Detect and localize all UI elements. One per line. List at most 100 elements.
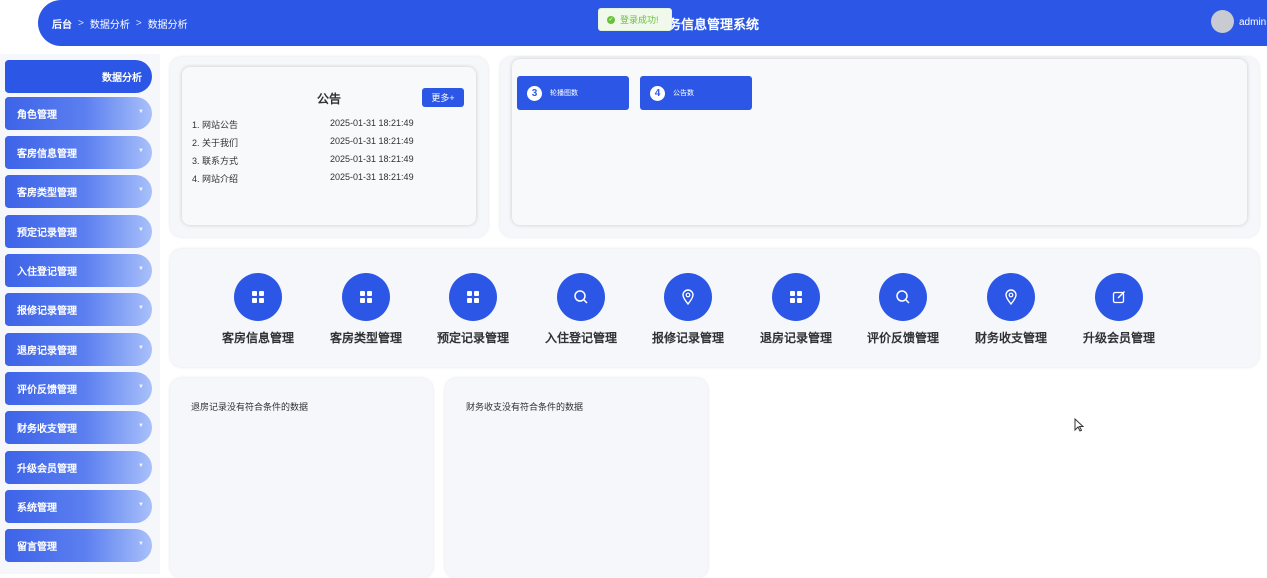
sidebar-item-label: 预定记录管理 (17, 228, 77, 239)
stat-count: 3 (527, 85, 542, 101)
breadcrumb-home[interactable]: 后台 (52, 16, 72, 31)
quick-feedback[interactable]: 评价反馈管理 (853, 273, 953, 346)
stat-notice-count[interactable]: 4 公告数 (640, 76, 752, 110)
sidebar-item-checkout[interactable]: 退房记录管理 ▼ (5, 333, 152, 366)
more-button[interactable]: 更多+ (422, 88, 464, 107)
sidebar-item-label: 客房类型管理 (17, 188, 77, 199)
sidebar-item-room-info[interactable]: 客房信息管理 ▼ (5, 136, 152, 169)
checkout-chart-panel: 退房记录没有符合条件的数据 (170, 378, 433, 578)
grid-icon (449, 273, 497, 321)
chevron-down-icon: ▼ (138, 384, 144, 390)
breadcrumb: 后台 > 数据分析 > 数据分析 (52, 16, 188, 31)
quick-menu-label: 评价反馈管理 (866, 331, 939, 345)
check-circle-icon: ✓ (607, 15, 615, 24)
sidebar-item-label: 升级会员管理 (17, 464, 77, 475)
system-title: 务信息管理系统 (668, 17, 760, 32)
chevron-down-icon: ▼ (138, 266, 144, 272)
sidebar-item-checkin[interactable]: 入住登记管理 ▼ (5, 254, 152, 287)
notice-title-text[interactable]: 3. 联系方式 (192, 154, 330, 167)
stat-label: 轮播图数 (550, 90, 578, 97)
chevron-down-icon: ▼ (138, 541, 144, 547)
sidebar-item-label: 财务收支管理 (17, 424, 77, 435)
mouse-cursor-icon (1074, 417, 1085, 437)
stat-count: 4 (650, 85, 665, 101)
sidebar-item-label: 评价反馈管理 (17, 385, 77, 396)
sidebar-item-label: 系统管理 (17, 503, 57, 514)
sidebar-item-finance[interactable]: 财务收支管理 ▼ (5, 411, 152, 444)
notice-row[interactable]: 4. 网站介绍 2025-01-31 18:21:49 (192, 172, 452, 185)
sidebar-item-membership[interactable]: 升级会员管理 ▼ (5, 451, 152, 484)
sidebar-item-label: 退房记录管理 (17, 346, 77, 357)
quick-repair[interactable]: 报修记录管理 (638, 273, 738, 346)
notice-title-text[interactable]: 1. 网站公告 (192, 118, 330, 131)
quick-finance[interactable]: 财务收支管理 (961, 273, 1061, 346)
chevron-right-icon: > (78, 18, 84, 29)
avatar[interactable] (1211, 10, 1234, 33)
notice-time: 2025-01-31 18:21:49 (330, 154, 414, 164)
grid-icon (342, 273, 390, 321)
finance-chart-panel: 财务收支没有符合条件的数据 (445, 378, 708, 578)
chevron-down-icon: ▼ (138, 463, 144, 469)
notice-time: 2025-01-31 18:21:49 (330, 172, 414, 182)
quick-menu-label: 入住登记管理 (544, 331, 617, 345)
empty-data-message: 退房记录没有符合条件的数据 (191, 402, 309, 412)
sidebar-item-data-analysis[interactable]: 数据分析 (5, 60, 152, 93)
notice-title-text[interactable]: 4. 网站介绍 (192, 172, 330, 185)
sidebar-item-room-type[interactable]: 客房类型管理 ▼ (5, 175, 152, 208)
empty-data-message: 财务收支没有符合条件的数据 (466, 402, 584, 412)
notice-time: 2025-01-31 18:21:49 (330, 118, 414, 128)
sidebar-item-label: 入住登记管理 (17, 267, 77, 278)
sidebar-item-label: 角色管理 (17, 110, 57, 121)
location-pin-icon (664, 273, 712, 321)
quick-menu-label: 退房记录管理 (759, 331, 832, 345)
chevron-right-icon: > (135, 18, 142, 29)
search-icon (557, 273, 605, 321)
chevron-down-icon: ▼ (138, 423, 144, 429)
chevron-down-icon: ▼ (138, 502, 144, 508)
quick-menu-card: 客房信息管理 客房类型管理 预定记录管理 入住登记管理 报修记录管理 退房记录管… (170, 249, 1259, 367)
quick-checkout[interactable]: 退房记录管理 (746, 273, 846, 346)
sidebar-item-system[interactable]: 系统管理 ▼ (5, 490, 152, 523)
quick-membership[interactable]: 升级会员管理 (1069, 273, 1169, 346)
notice-time: 2025-01-31 18:21:49 (330, 136, 414, 146)
sidebar-item-roles[interactable]: 角色管理 ▼ (5, 97, 152, 130)
breadcrumb-item[interactable]: 数据分析 (90, 16, 130, 31)
sidebar-item-label: 数据分析 (102, 73, 142, 84)
quick-menu-label: 预定记录管理 (436, 331, 509, 345)
quick-menu-label: 财务收支管理 (974, 331, 1047, 345)
grid-icon (234, 273, 282, 321)
stats-card: 3 轮播图数 4 公告数 (500, 57, 1259, 237)
chevron-down-icon: ▼ (138, 227, 144, 233)
quick-menu-label: 客房信息管理 (221, 331, 294, 345)
breadcrumb-current: 数据分析 (147, 20, 188, 31)
notice-row[interactable]: 2. 关于我们 2025-01-31 18:21:49 (192, 136, 452, 149)
stat-carousel-count[interactable]: 3 轮播图数 (517, 76, 629, 110)
quick-checkin[interactable]: 入住登记管理 (531, 273, 631, 346)
quick-menu-label: 升级会员管理 (1082, 331, 1155, 345)
notice-title-text[interactable]: 2. 关于我们 (192, 136, 330, 149)
edit-icon (1095, 273, 1143, 321)
stat-label: 公告数 (673, 90, 694, 97)
quick-room-type[interactable]: 客房类型管理 (316, 273, 416, 346)
sidebar-item-label: 客房信息管理 (17, 149, 77, 160)
sidebar: 数据分析 角色管理 ▼ 客房信息管理 ▼ 客房类型管理 ▼ 预定记录管理 ▼ 入住登记管… (0, 54, 160, 574)
location-pin-icon (987, 273, 1035, 321)
chevron-down-icon: ▼ (138, 109, 144, 115)
quick-room-info[interactable]: 客房信息管理 (208, 273, 308, 346)
sidebar-item-feedback[interactable]: 评价反馈管理 ▼ (5, 372, 152, 405)
sidebar-item-repair[interactable]: 报修记录管理 ▼ (5, 293, 152, 326)
notice-row[interactable]: 3. 联系方式 2025-01-31 18:21:49 (192, 154, 452, 167)
login-success-toast: ✓ 登录成功! (598, 8, 672, 31)
sidebar-item-label: 报修记录管理 (17, 306, 77, 317)
username[interactable]: admin (1239, 17, 1266, 28)
chevron-down-icon: ▼ (138, 305, 144, 311)
sidebar-item-label: 留言管理 (17, 542, 57, 553)
sidebar-item-messages[interactable]: 留言管理 ▼ (5, 529, 152, 562)
sidebar-item-booking[interactable]: 预定记录管理 ▼ (5, 215, 152, 248)
notice-row[interactable]: 1. 网站公告 2025-01-31 18:21:49 (192, 118, 452, 131)
quick-menu-label: 客房类型管理 (329, 331, 402, 345)
quick-menu-label: 报修记录管理 (651, 331, 724, 345)
quick-booking[interactable]: 预定记录管理 (423, 273, 523, 346)
grid-icon (772, 273, 820, 321)
search-icon (879, 273, 927, 321)
